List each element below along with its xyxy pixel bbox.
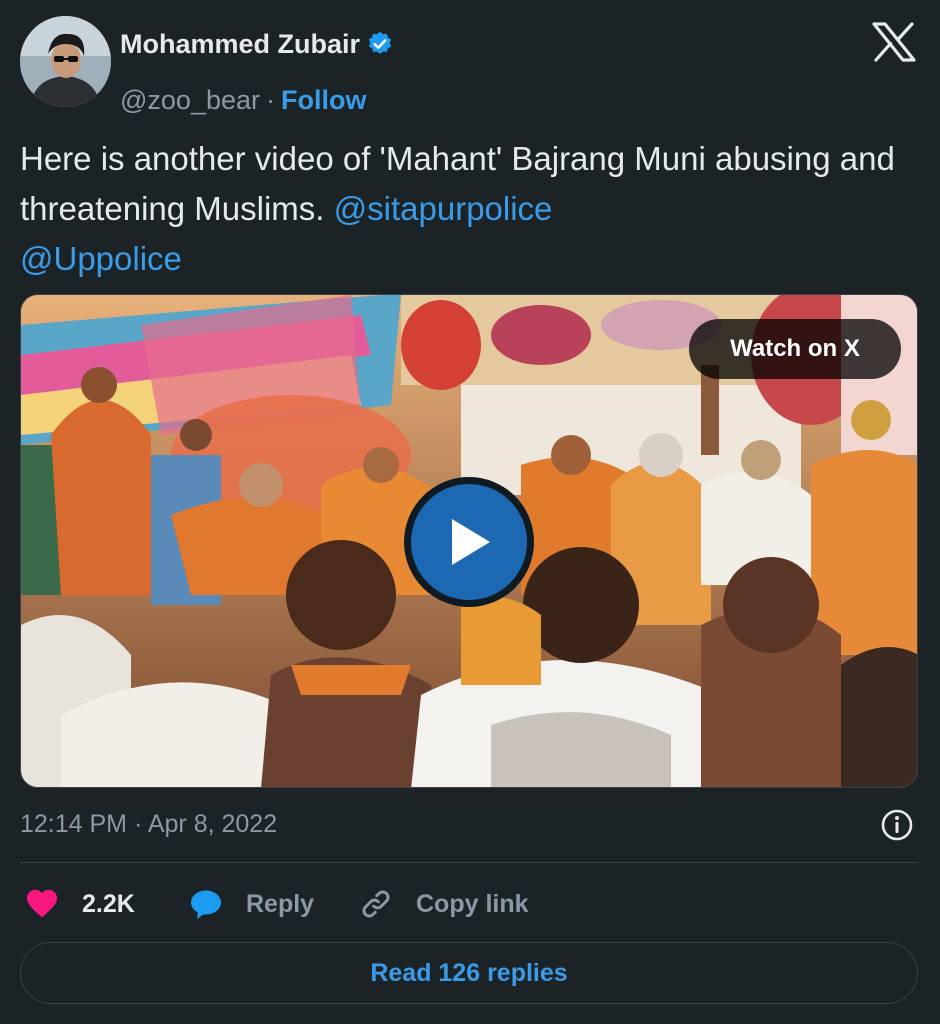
like-count: 2.2K	[82, 889, 135, 918]
play-icon	[411, 484, 527, 600]
reply-button[interactable]: Reply	[188, 880, 314, 928]
like-button[interactable]: 2.2K	[24, 880, 135, 928]
video-media[interactable]: Watch on X	[20, 294, 918, 788]
copy-link-label: Copy link	[416, 889, 529, 918]
read-replies-button[interactable]: Read 126 replies	[20, 942, 918, 1004]
tweet-timestamp[interactable]: 12:14 PM · Apr 8, 2022	[20, 810, 277, 839]
divider	[20, 862, 918, 863]
tweet-meta: 12:14 PM · Apr 8, 2022	[20, 806, 920, 846]
heart-icon	[24, 886, 60, 922]
link-icon	[358, 886, 394, 922]
watch-on-x-button[interactable]: Watch on X	[689, 319, 901, 379]
avatar-image	[20, 16, 111, 107]
author-handle[interactable]: @zoo_bear	[120, 85, 260, 116]
info-icon[interactable]	[880, 808, 914, 842]
reply-label: Reply	[246, 889, 315, 918]
author-display-name[interactable]: Mohammed Zubair	[120, 29, 360, 60]
play-button[interactable]	[404, 477, 534, 607]
separator-dot: ·	[266, 84, 275, 115]
tweet-text: Here is another video of 'Mahant' Bajran…	[20, 134, 900, 284]
x-logo-icon[interactable]	[872, 22, 916, 62]
reply-bubble-icon	[188, 886, 224, 922]
tweet-actions: 2.2K Reply Copy link	[20, 880, 920, 928]
mention-link-sitapurpolice[interactable]: @sitapurpolice	[334, 190, 553, 227]
copy-link-button[interactable]: Copy link	[358, 880, 529, 928]
mention-link-uppolice[interactable]: @Uppolice	[20, 240, 182, 277]
avatar[interactable]	[20, 16, 111, 107]
tweet-header: Mohammed Zubair @zoo_bear · Follow	[20, 16, 920, 115]
follow-button[interactable]: Follow	[281, 85, 366, 116]
verified-badge-icon	[366, 30, 394, 58]
